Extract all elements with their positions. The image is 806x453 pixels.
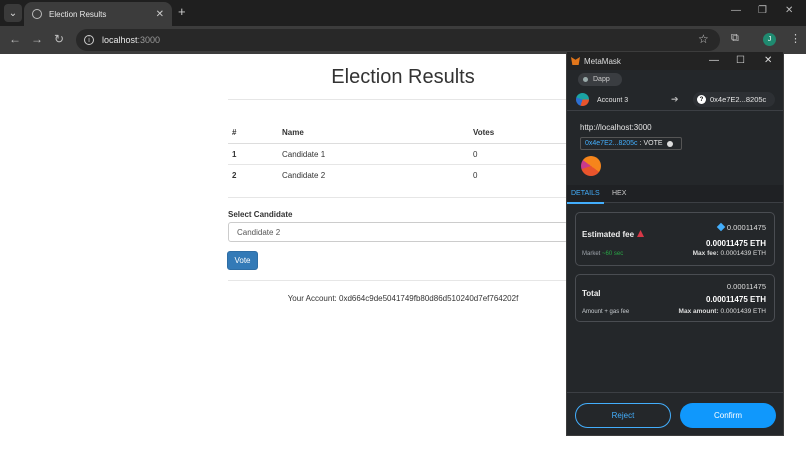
url-port: :3000	[137, 35, 161, 45]
method-name: VOTE	[643, 140, 663, 147]
vote-button[interactable]: Vote	[227, 251, 258, 270]
max-fee-row: Max fee: 0.0001439 ETH	[693, 250, 766, 257]
col-header-name: Name	[282, 128, 304, 137]
divider	[228, 197, 568, 198]
edit-gas-icon[interactable]	[716, 222, 726, 232]
metamask-window-title: MetaMask	[584, 56, 621, 66]
confirm-button[interactable]: Confirm	[680, 403, 776, 428]
minimize-icon[interactable]: —	[731, 5, 741, 16]
total-sub-label: Amount + gas fee	[582, 309, 630, 315]
restore-icon[interactable]: ❐	[758, 5, 767, 16]
extensions-icon[interactable]: ⧉	[731, 32, 739, 45]
table-row-1-name: Candidate 1	[282, 150, 326, 159]
dapp-network-pill[interactable]: Dapp	[578, 73, 622, 86]
recipient-pill[interactable]: ? 0x4e7E2...8205c	[693, 92, 775, 107]
info-icon[interactable]	[666, 140, 673, 147]
table-row-2-name: Candidate 2	[282, 171, 326, 180]
market-row: Market ~60 sec	[582, 251, 623, 257]
action-footer: Reject Confirm	[567, 392, 783, 435]
table-row-2-votes: 0	[473, 171, 478, 180]
menu-kebab-icon[interactable]: ⋮	[790, 32, 801, 45]
max-fee-label: Max fee:	[692, 250, 719, 257]
metamask-fox-icon	[571, 57, 580, 65]
select-candidate-label: Select Candidate	[228, 210, 293, 219]
total-box: Total 0.00011475 0.00011475 ETH Amount +…	[575, 274, 775, 322]
contract-address[interactable]: 0x4e7E2...8205c	[585, 140, 638, 147]
maximize-icon[interactable]: ☐	[736, 55, 745, 66]
account-identicon	[576, 93, 589, 106]
close-icon[interactable]: ✕	[764, 55, 772, 66]
market-label: Market	[582, 251, 601, 257]
minimize-icon[interactable]: —	[709, 55, 719, 66]
browser-tab[interactable]: Election Results ✕	[24, 2, 172, 26]
unknown-address-icon: ?	[697, 95, 706, 104]
candidate-select[interactable]: Candidate 2	[228, 222, 568, 242]
table-row-1-votes: 0	[473, 150, 478, 159]
site-info-icon[interactable]: i	[84, 35, 94, 45]
contract-identicon	[581, 156, 601, 176]
max-amount-value: 0.0001439 ETH	[720, 308, 766, 315]
contract-method-pill[interactable]: 0x4e7E2...8205c : VOTE	[580, 137, 682, 150]
reject-button[interactable]: Reject	[575, 403, 671, 428]
network-dot-icon	[583, 77, 588, 82]
close-window-icon[interactable]: ✕	[785, 5, 793, 16]
page-title: Election Results	[331, 66, 475, 88]
total-top-value: 0.00011475	[726, 282, 766, 291]
fee-top-value: 0.00011475	[726, 223, 766, 232]
table-header-rule	[228, 143, 568, 144]
active-tab-indicator	[567, 202, 604, 204]
estimated-fee-row: Estimated fee	[582, 230, 645, 239]
metamask-titlebar: MetaMask	[567, 52, 783, 70]
divider	[228, 280, 568, 281]
dapp-label: Dapp	[593, 76, 610, 83]
tab-hex[interactable]: HEX	[612, 190, 626, 197]
account-name: Account 3	[597, 97, 629, 104]
account-text: Your Account: 0xd664c9de5041749fb80d86d5…	[287, 294, 519, 303]
account-row: Account 3 ➔ ? 0x4e7E2...8205c	[567, 89, 783, 111]
recipient-address: 0x4e7E2...8205c	[710, 95, 767, 104]
method-separator: :	[639, 140, 642, 147]
max-amount-row: Max amount: 0.0001439 ETH	[679, 308, 766, 315]
total-eth-value: 0.00011475 ETH	[705, 295, 766, 304]
max-fee-value: 0.0001439 ETH	[720, 250, 766, 257]
warning-icon[interactable]	[637, 230, 645, 237]
globe-icon	[32, 9, 42, 19]
estimated-fee-label: Estimated fee	[582, 230, 635, 239]
table-row-2-id: 2	[232, 171, 237, 180]
max-amount-label: Max amount:	[678, 308, 719, 315]
forward-arrow-icon[interactable]: →	[31, 32, 43, 46]
estimated-fee-box: Estimated fee 0.00011475 0.00011475 ETH …	[575, 212, 775, 266]
metamask-popup: MetaMask — ☐ ✕ Dapp Account 3 ➔ ? 0x4e7E…	[566, 51, 784, 436]
fee-eth-value: 0.00011475 ETH	[705, 239, 766, 248]
bookmark-star-icon[interactable]: ☆	[698, 32, 709, 46]
col-header-votes: Votes	[473, 128, 495, 137]
back-arrow-icon[interactable]: ←	[9, 32, 21, 46]
tab-title: Election Results	[49, 9, 107, 19]
url-host: localhost	[102, 35, 138, 45]
tab-search-chevron-icon[interactable]: ⌄	[4, 4, 22, 22]
arrow-right-icon: ➔	[671, 94, 679, 104]
address-bar[interactable]: i localhost:3000	[76, 29, 720, 51]
browser-tabstrip: ⌄ Election Results ✕ + — ❐ ✕	[0, 0, 806, 26]
reload-icon[interactable]: ↻	[54, 32, 64, 46]
fee-top-row: 0.00011475	[716, 222, 766, 232]
divider	[228, 99, 578, 100]
col-header-id: #	[232, 128, 237, 137]
new-tab-icon[interactable]: +	[178, 4, 186, 19]
total-label: Total	[582, 289, 601, 298]
profile-avatar[interactable]: J	[763, 33, 776, 46]
close-tab-icon[interactable]: ✕	[156, 9, 164, 20]
table-row-1-id: 1	[232, 150, 237, 159]
request-origin: http://localhost:3000	[580, 123, 652, 132]
tab-details[interactable]: DETAILS	[571, 190, 600, 197]
market-time: ~60 sec	[602, 251, 624, 257]
table-row-rule	[228, 164, 568, 165]
